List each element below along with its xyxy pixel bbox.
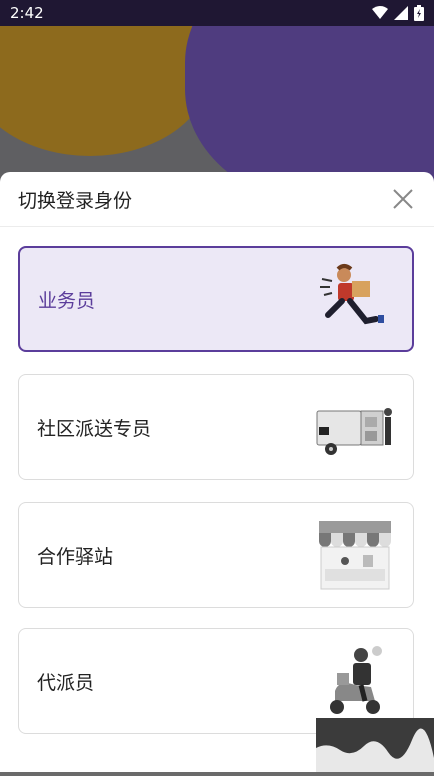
- overlay-wave-shape: [316, 728, 434, 772]
- sheet-title: 切换登录身份: [18, 189, 133, 212]
- role-label: 社区派送专员: [37, 417, 152, 440]
- floating-overlay: [316, 718, 434, 772]
- delivery-truck-icon: [316, 408, 392, 455]
- storefront-icon: [319, 521, 391, 590]
- role-card-salesman[interactable]: 业务员: [18, 246, 414, 352]
- role-label: 业务员: [38, 289, 96, 312]
- role-label: 代派员: [37, 671, 95, 694]
- battery-icon: [414, 5, 424, 21]
- role-switch-sheet: 切换登录身份 业务员 社区派送专员 合作驿站 代派员: [0, 172, 434, 772]
- role-label: 合作驿站: [37, 545, 114, 568]
- scooter-courier-icon: [330, 646, 382, 714]
- sheet-header: 切换登录身份: [0, 172, 434, 227]
- signal-icon: [394, 6, 408, 20]
- role-card-community-delivery[interactable]: 社区派送专员: [18, 374, 414, 480]
- running-courier-icon: [320, 264, 384, 325]
- banner-gold-shape: [0, 26, 210, 156]
- status-bar: 2:42: [0, 0, 434, 26]
- role-card-partner-station[interactable]: 合作驿站: [18, 502, 414, 608]
- status-time: 2:42: [10, 4, 44, 22]
- close-icon[interactable]: [390, 186, 416, 212]
- status-icons: [372, 5, 424, 21]
- wifi-icon: [372, 6, 388, 19]
